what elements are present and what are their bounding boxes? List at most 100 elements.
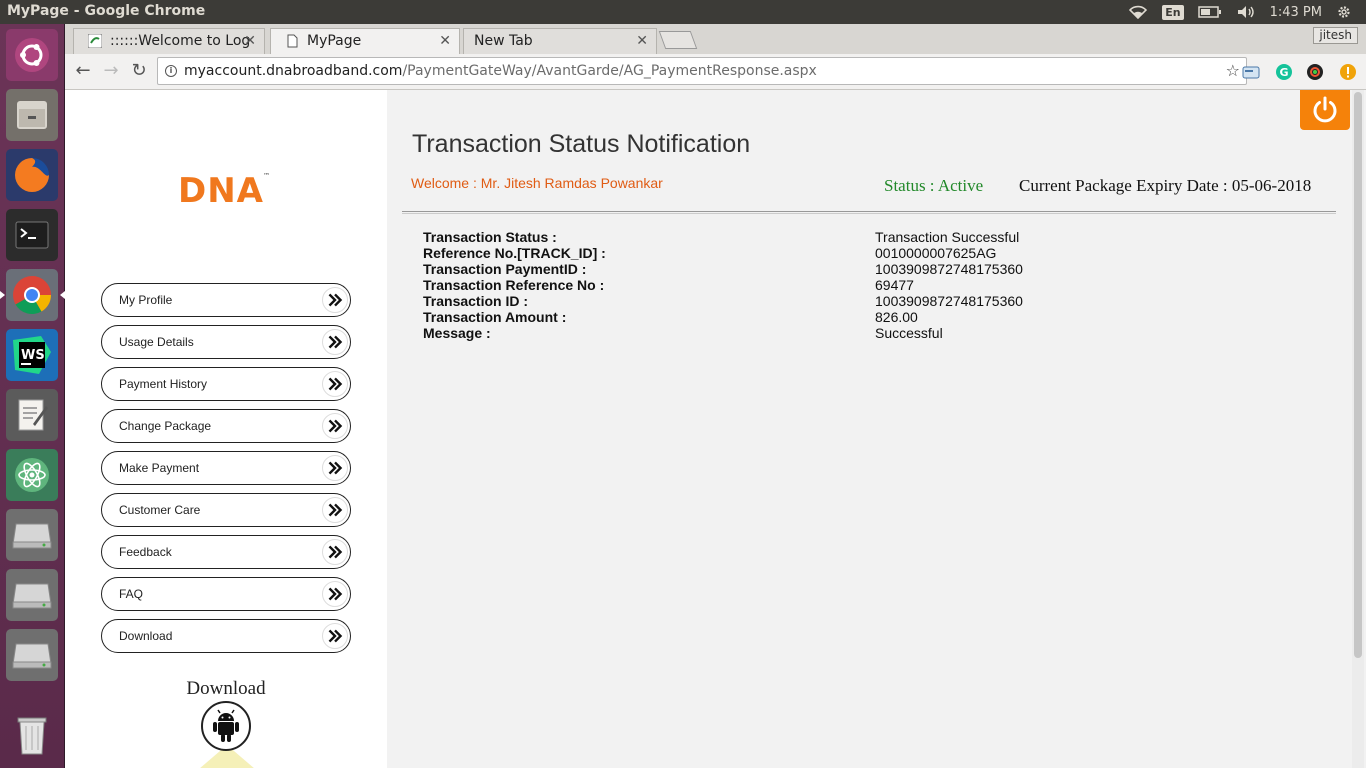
- extension-card-icon[interactable]: [1242, 63, 1260, 81]
- volume-icon[interactable]: [1236, 5, 1256, 19]
- tab-welcome[interactable]: ::::::Welcome to Log ✕: [73, 28, 265, 54]
- site-favicon-icon: [88, 34, 102, 48]
- detail-value: Successful: [875, 325, 943, 341]
- system-tray: En 1:43 PM: [1128, 0, 1366, 24]
- menu-item-change-package[interactable]: Change Package: [101, 409, 351, 443]
- detail-row: Transaction ID : 1003909872748175360: [423, 293, 1123, 309]
- terminal-icon[interactable]: [6, 209, 58, 261]
- bookmark-star-icon[interactable]: ☆: [1226, 58, 1240, 84]
- menu-item-label: Make Payment: [119, 461, 200, 475]
- address-bar[interactable]: i myaccount.dnabroadband.com/PaymentGate…: [157, 57, 1247, 85]
- drive-icon[interactable]: [6, 629, 58, 681]
- tab-close-icon[interactable]: ✕: [439, 29, 451, 53]
- back-arrow-icon[interactable]: ←: [71, 60, 95, 84]
- ubuntu-dash-icon[interactable]: [6, 29, 58, 81]
- android-icon: [213, 709, 239, 742]
- detail-key: Message :: [423, 325, 491, 341]
- wifi-icon[interactable]: [1128, 5, 1148, 19]
- clock[interactable]: 1:43 PM: [1270, 5, 1322, 20]
- svg-text:DNA: DNA: [178, 171, 264, 208]
- top-panel: MyPage - Google Chrome En 1:43 PM: [0, 0, 1366, 24]
- detail-key: Transaction ID :: [423, 293, 529, 309]
- sidebar: DNA ™ My Profile Usage Details Payment H…: [65, 90, 387, 768]
- menu-item-feedback[interactable]: Feedback: [101, 535, 351, 569]
- detail-key: Transaction PaymentID :: [423, 261, 587, 277]
- unity-launcher: WS: [0, 24, 65, 768]
- menu-item-label: Payment History: [119, 377, 208, 391]
- detail-row: Transaction PaymentID : 10039098727481753…: [423, 261, 1123, 277]
- menu-item-label: Usage Details: [119, 335, 194, 349]
- scrollbar-thumb[interactable]: [1354, 92, 1362, 658]
- menu-item-label: My Profile: [119, 293, 173, 307]
- window-title: MyPage - Google Chrome: [7, 3, 206, 19]
- detail-value: 826.00: [875, 309, 918, 325]
- detail-value: 69477: [875, 277, 914, 293]
- firefox-icon[interactable]: [6, 149, 58, 201]
- tab-close-icon[interactable]: ✕: [244, 29, 256, 53]
- new-tab-button[interactable]: [658, 31, 698, 49]
- warning-extension-icon[interactable]: [1339, 63, 1357, 81]
- tab-close-icon[interactable]: ✕: [636, 29, 648, 53]
- menu-item-label: FAQ: [119, 587, 144, 601]
- power-icon: [1313, 96, 1337, 123]
- double-chevron-right-icon: [322, 371, 348, 397]
- svg-text:™: ™: [263, 172, 270, 180]
- logout-button[interactable]: [1300, 90, 1350, 130]
- detail-key: Transaction Amount :: [423, 309, 567, 325]
- trash-icon[interactable]: [6, 709, 58, 761]
- tab-new-tab[interactable]: New Tab ✕: [463, 28, 657, 54]
- double-chevron-right-icon: [322, 497, 348, 523]
- detail-key: Transaction Reference No :: [423, 277, 605, 293]
- drive-icon[interactable]: [6, 569, 58, 621]
- android-app-download-button[interactable]: [201, 701, 251, 751]
- browser-chrome: ::::::Welcome to Log ✕ MyPage ✕ New Tab …: [65, 24, 1366, 90]
- detail-key: Reference No.[TRACK_ID] :: [423, 245, 606, 261]
- menu-item-make-payment[interactable]: Make Payment: [101, 451, 351, 485]
- page-title: Transaction Status Notification: [412, 130, 751, 158]
- detail-row: Message : Successful: [423, 325, 1123, 341]
- settings-gear-icon[interactable]: [1336, 4, 1352, 20]
- url-host: myaccount.dnabroadband.com: [184, 63, 403, 79]
- files-icon[interactable]: [6, 89, 58, 141]
- download-heading: Download: [186, 678, 266, 699]
- welcome-message: Welcome : Mr. Jitesh Ramdas Powankar: [411, 175, 663, 191]
- double-chevron-right-icon: [322, 455, 348, 481]
- tab-label: New Tab: [474, 33, 533, 49]
- forward-arrow-icon[interactable]: →: [99, 60, 123, 84]
- text-editor-icon[interactable]: [6, 389, 58, 441]
- tab-label: MyPage: [307, 33, 362, 49]
- double-chevron-right-icon: [322, 623, 348, 649]
- color-picker-extension-icon[interactable]: [1306, 63, 1324, 81]
- page-viewport: DNA ™ My Profile Usage Details Payment H…: [65, 90, 1366, 768]
- dna-logo[interactable]: DNA ™: [176, 168, 276, 208]
- transaction-details: Transaction Status : Transaction Successf…: [423, 229, 1123, 341]
- double-chevron-right-icon: [322, 413, 348, 439]
- divider: [402, 211, 1336, 214]
- tab-mypage[interactable]: MyPage ✕: [270, 28, 460, 56]
- menu-item-my-profile[interactable]: My Profile: [101, 283, 351, 317]
- drive-icon[interactable]: [6, 509, 58, 561]
- detail-key: Transaction Status :: [423, 229, 557, 245]
- battery-icon[interactable]: [1197, 6, 1222, 18]
- page-scrollbar[interactable]: [1352, 90, 1364, 768]
- webstorm-icon[interactable]: WS: [6, 329, 58, 381]
- detail-row: Transaction Amount : 826.00: [423, 309, 1123, 325]
- main-content: Transaction Status Notification Welcome …: [387, 90, 1366, 768]
- site-info-icon[interactable]: i: [165, 65, 177, 77]
- chrome-icon[interactable]: [0, 269, 65, 321]
- menu-item-customer-care[interactable]: Customer Care: [101, 493, 351, 527]
- menu-item-download[interactable]: Download: [101, 619, 351, 653]
- detail-value: 1003909872748175360: [875, 261, 1023, 277]
- keyboard-layout-indicator[interactable]: En: [1162, 4, 1184, 20]
- grammarly-icon[interactable]: G: [1275, 63, 1293, 81]
- profile-button[interactable]: jitesh: [1313, 27, 1358, 44]
- detail-row: Transaction Reference No : 69477: [423, 277, 1123, 293]
- atom-icon[interactable]: [6, 449, 58, 501]
- menu-item-label: Download: [119, 629, 173, 643]
- svg-text:WS: WS: [21, 348, 45, 363]
- menu-item-payment-history[interactable]: Payment History: [101, 367, 351, 401]
- reload-icon[interactable]: ↻: [127, 60, 151, 84]
- page-icon: [287, 34, 298, 48]
- menu-item-faq[interactable]: FAQ: [101, 577, 351, 611]
- menu-item-usage-details[interactable]: Usage Details: [101, 325, 351, 359]
